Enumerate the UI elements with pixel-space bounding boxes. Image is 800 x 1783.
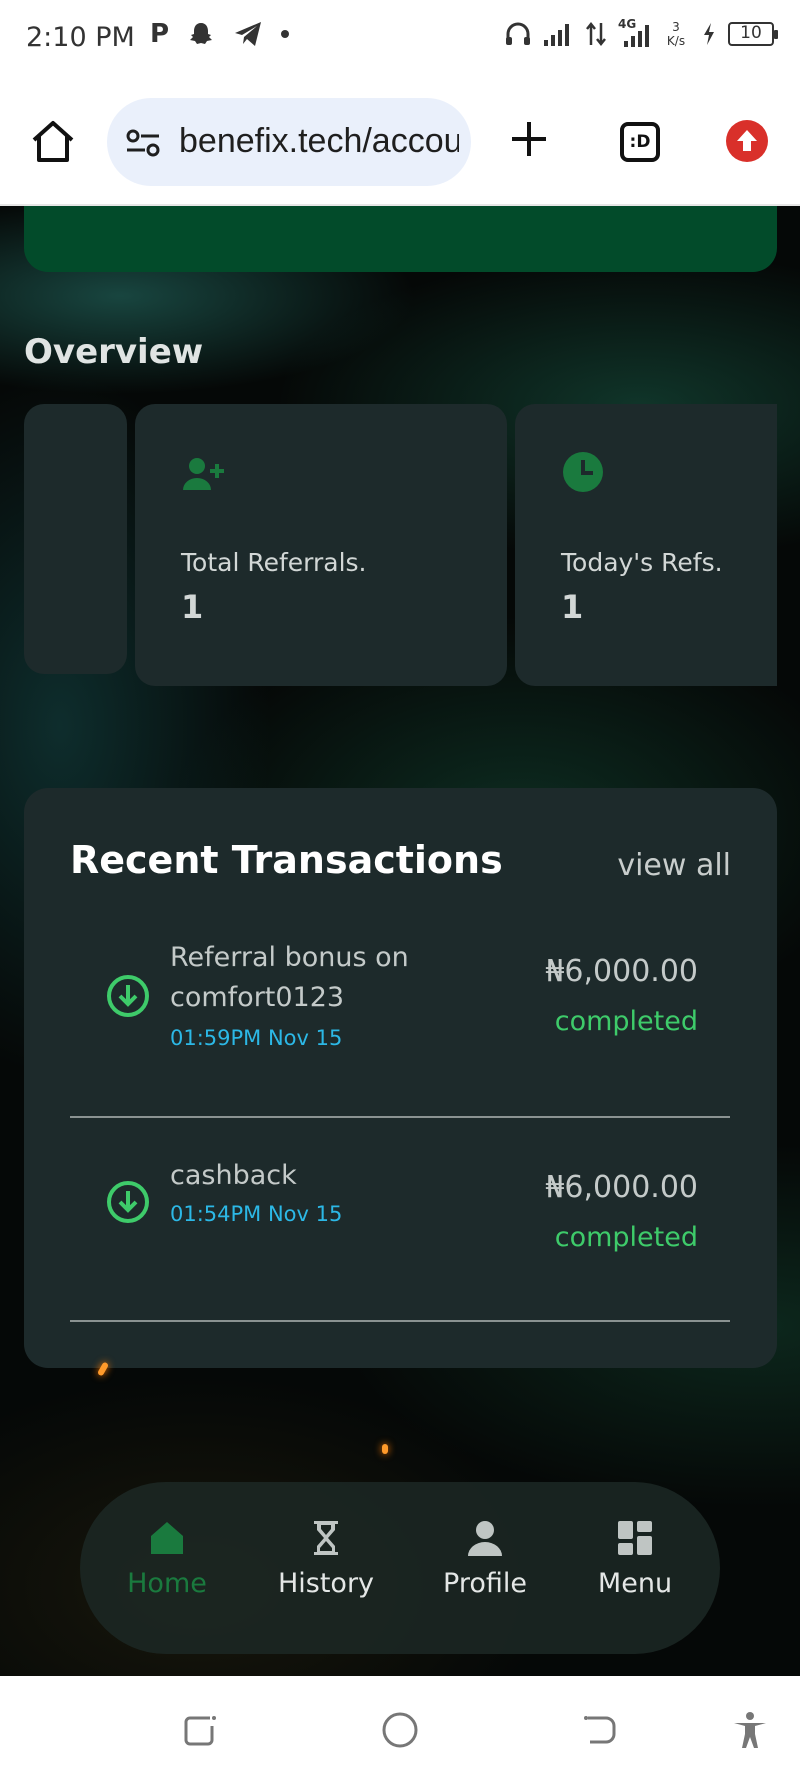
clock-icon [563, 452, 603, 492]
divider [70, 1116, 730, 1118]
nav-item-home[interactable]: Home [107, 1518, 227, 1599]
site-settings-icon[interactable] [125, 128, 161, 158]
network-type: 4G [618, 17, 650, 47]
home-icon [151, 1522, 183, 1554]
transaction-description: cashback [170, 1160, 297, 1191]
data-transfer-icon [586, 21, 606, 47]
arrow-up-icon [737, 130, 757, 151]
stat-card-today-refs: Today's Refs. 1 [515, 404, 777, 686]
nav-label: History [277, 1568, 375, 1599]
stat-value: 1 [181, 588, 204, 626]
balance-card [24, 206, 777, 272]
notification-icons: P [150, 19, 290, 49]
stat-label: Today's Refs. [561, 548, 723, 577]
charging-icon [704, 23, 714, 45]
transaction-time: 01:54PM Nov 15 [170, 1202, 343, 1226]
stat-card-total-referrals: Total Referrals. 1 [135, 404, 507, 686]
transaction-amount: ₦6,000.00 [545, 1170, 698, 1205]
status-right-icons: 4G 3 K/s 10 [504, 17, 778, 48]
url-text[interactable]: benefix.tech/account [179, 122, 459, 161]
stat-label: Total Referrals. [181, 548, 367, 577]
transactions-title: Recent Transactions [70, 838, 503, 882]
bottom-navigation: Home History Profile Menu [80, 1482, 720, 1654]
view-all-link[interactable]: view all [617, 848, 731, 883]
browser-toolbar: benefix.tech/account :D [0, 80, 800, 206]
transaction-amount: ₦6,000.00 [545, 954, 698, 989]
signal-icon [544, 24, 569, 46]
transaction-row[interactable]: Referral bonus on comfort0123 01:59PM No… [70, 938, 730, 1074]
accessibility-icon[interactable] [730, 1710, 770, 1750]
home-icon[interactable] [30, 118, 76, 164]
nav-item-profile[interactable]: Profile [425, 1518, 545, 1599]
page-content: Overview Total Referrals. 1 Today's Refs… [0, 206, 800, 1676]
nav-label: Home [127, 1568, 207, 1599]
nav-item-menu[interactable]: Menu [575, 1518, 695, 1599]
system-navigation-bar [0, 1676, 800, 1783]
p-app-icon: P [150, 19, 170, 49]
transaction-status: completed [554, 1006, 698, 1037]
spark-decoration [382, 1444, 388, 1454]
address-bar[interactable]: benefix.tech/account [107, 98, 471, 186]
stat-card-partial [24, 404, 127, 674]
headphones-icon [506, 22, 530, 45]
overview-title: Overview [24, 332, 204, 372]
hourglass-icon [314, 1521, 338, 1555]
download-circle-icon [107, 975, 149, 1017]
snapchat-icon [190, 23, 213, 44]
update-button[interactable] [726, 120, 768, 162]
transaction-status: completed [554, 1222, 698, 1253]
back-icon[interactable] [580, 1710, 620, 1750]
transaction-row[interactable]: cashback 01:54PM Nov 15 ₦6,000.00 comple… [70, 1156, 730, 1282]
add-user-icon [183, 458, 224, 490]
person-icon [468, 1521, 502, 1556]
status-time: 2:10 PM [26, 22, 135, 53]
status-bar: 2:10 PM P 4G 3 K/s 10 [0, 0, 800, 80]
telegram-icon [235, 22, 262, 46]
nav-item-history[interactable]: History [266, 1518, 386, 1599]
tab-switcher-button[interactable]: :D [620, 122, 660, 162]
new-tab-icon[interactable] [506, 116, 552, 162]
nav-label: Profile [443, 1568, 527, 1599]
net-speed: 3 K/s [666, 20, 686, 48]
recent-transactions-card: Recent Transactions view all Referral bo… [24, 788, 777, 1368]
nav-label: Menu [597, 1568, 673, 1599]
battery-indicator: 10 [728, 22, 778, 46]
recent-apps-icon[interactable] [180, 1710, 220, 1750]
grid-icon [618, 1521, 652, 1555]
transaction-description: Referral bonus on comfort0123 [170, 942, 409, 1013]
dot-icon [281, 30, 290, 38]
stat-value: 1 [561, 588, 584, 626]
download-circle-icon [107, 1181, 149, 1223]
home-circle-icon[interactable] [380, 1710, 420, 1750]
divider [70, 1320, 730, 1322]
signal-2-icon [624, 25, 649, 47]
transaction-time: 01:59PM Nov 15 [170, 1026, 343, 1050]
